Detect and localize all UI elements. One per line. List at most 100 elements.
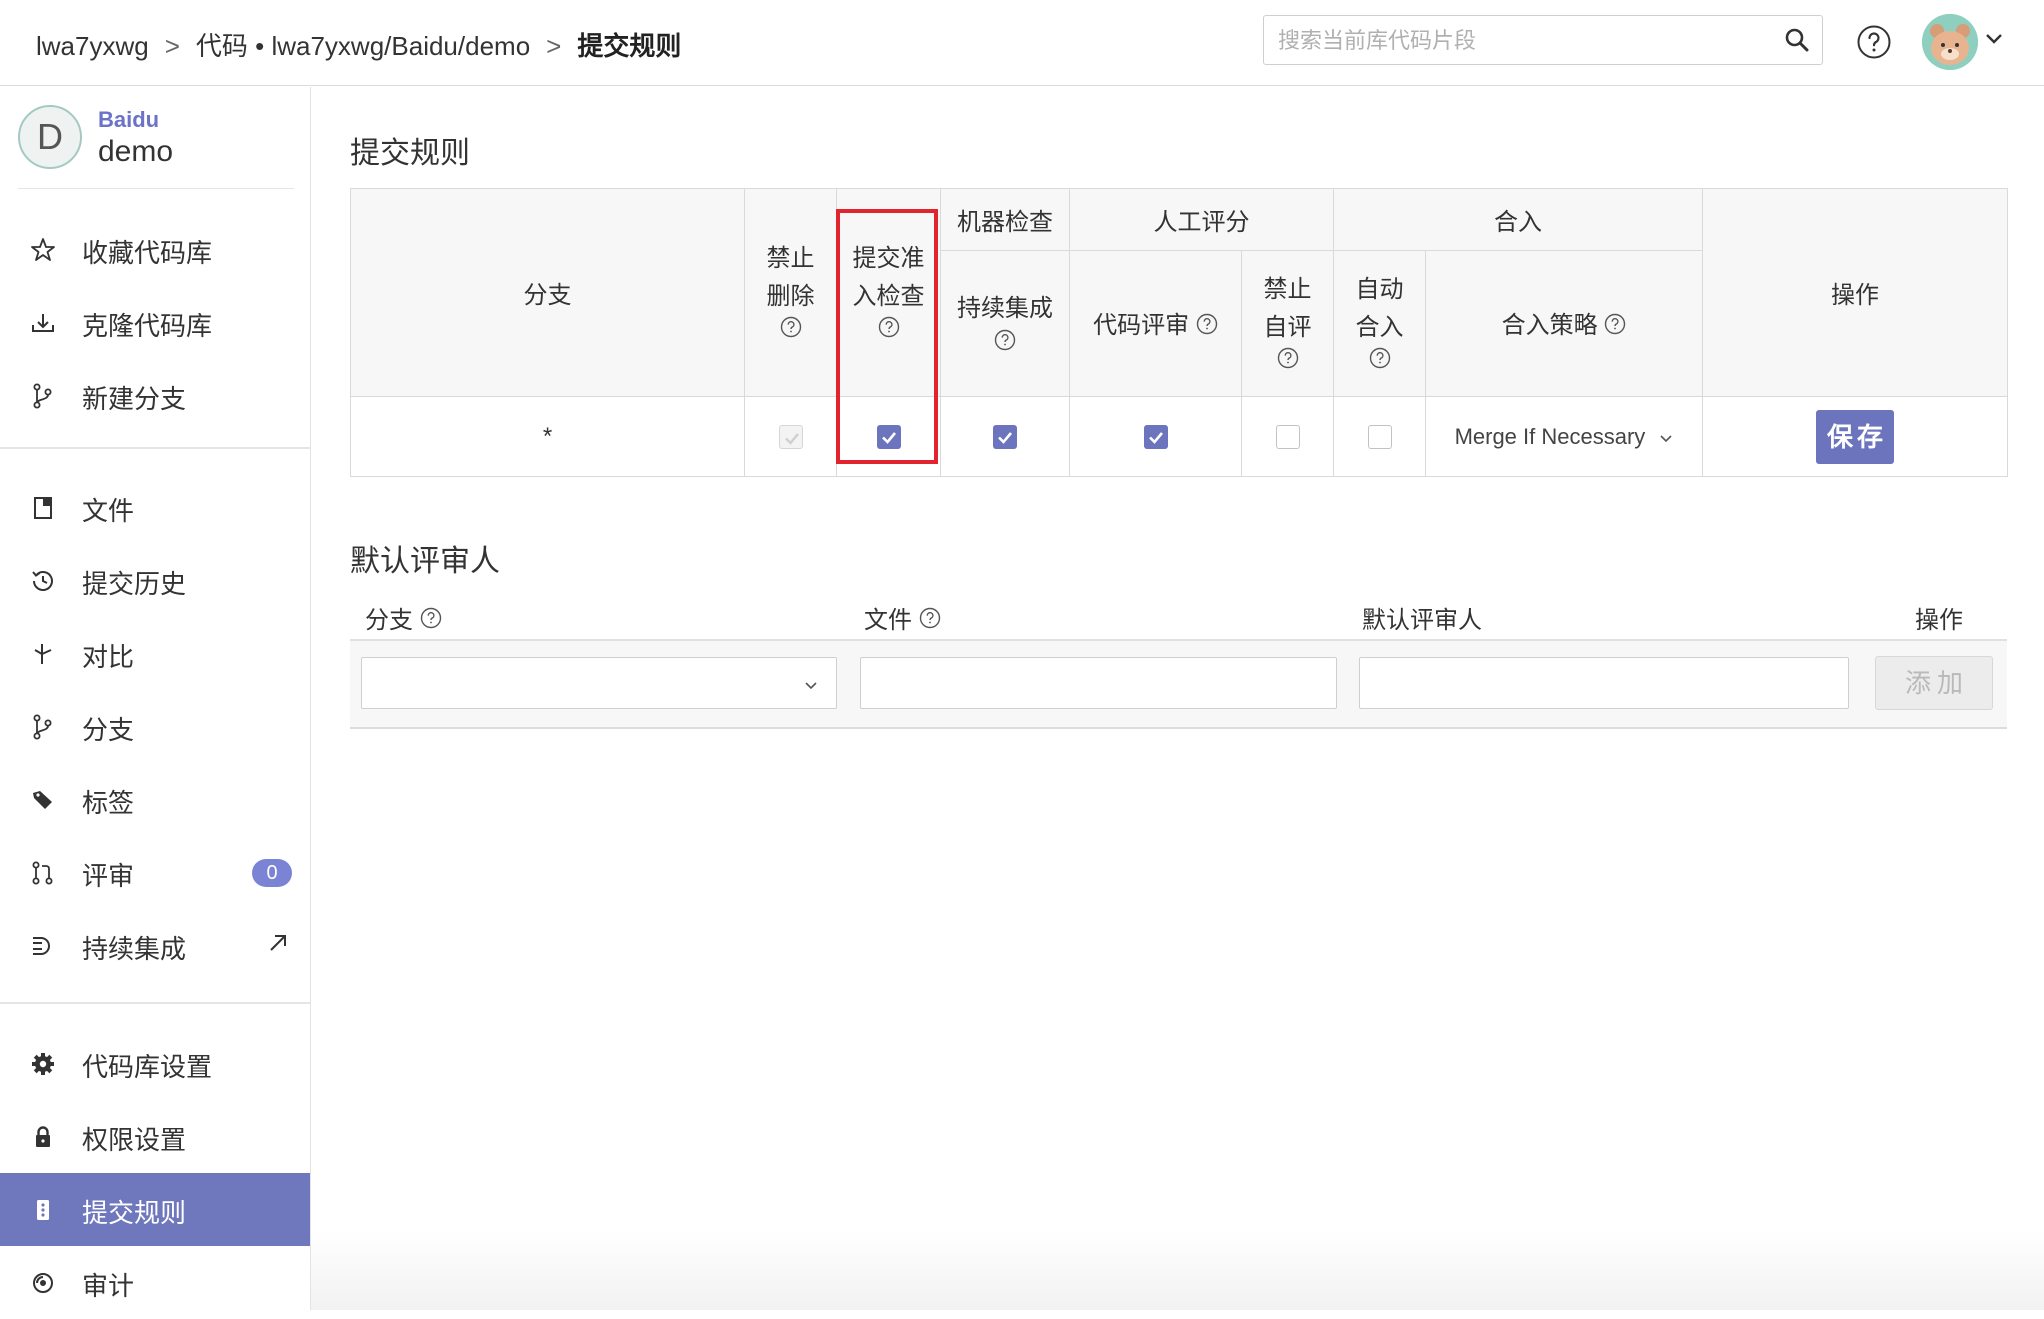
auto-merge-checkbox[interactable] (1367, 425, 1392, 450)
breadcrumb-current: 提交规则 (577, 31, 682, 61)
page-title: 提交规则 (350, 137, 470, 170)
col-group-machine-check: 机器检查 (940, 188, 1070, 251)
question-icon[interactable] (994, 329, 1016, 358)
breadcrumb-separator: > (164, 31, 180, 61)
sidebar-item-label: 审计 (82, 1271, 135, 1301)
col-header-reviewer: 默认评审人 (1362, 607, 1482, 634)
review-count-badge: 0 (252, 859, 292, 887)
sidebar-item-label: 新建分支 (82, 384, 187, 414)
sidebar-item-label: 提交历史 (82, 569, 187, 599)
pull-request-icon (28, 858, 58, 888)
sidebar-item-commit-rules[interactable]: 提交规则 (0, 1173, 310, 1246)
history-icon (28, 566, 58, 596)
question-icon[interactable] (420, 607, 442, 636)
commit-rules-table: 分支 禁止 删除 提交准 入检查 机器检查 人工评分 合入 操作 持续集成 代码评审 (350, 188, 2008, 477)
sidebar-item-label: 代码库设置 (82, 1052, 213, 1082)
merge-strategy-select[interactable]: Merge If Necessary (1455, 424, 1674, 449)
col-group-merge: 合入 (1333, 188, 1703, 251)
ci-checkbox[interactable] (993, 425, 1017, 450)
col-header-branch: 分支 (350, 188, 745, 397)
sidebar-item-files[interactable]: 文件 (0, 471, 310, 544)
search-input[interactable] (1276, 16, 1760, 66)
sidebar-item-label: 文件 (82, 496, 135, 526)
branch-select[interactable] (361, 657, 837, 709)
add-button[interactable]: 添加 (1875, 656, 1993, 710)
breadcrumb-separator: > (546, 31, 562, 61)
file-input[interactable] (860, 657, 1337, 709)
branch-icon (28, 712, 58, 742)
sidebar-item-label: 标签 (82, 788, 135, 818)
sidebar-item-history[interactable]: 提交历史 (0, 544, 310, 617)
compare-icon (28, 639, 58, 669)
breadcrumb-repo[interactable]: 代码 • lwa7yxwg/Baidu/demo (196, 31, 530, 61)
col-header-operation: 操作 (1702, 188, 2008, 397)
col-header-forbid-self-review: 禁止 自评 (1241, 250, 1334, 397)
user-avatar[interactable] (1922, 14, 1978, 70)
star-icon (28, 235, 58, 265)
col-group-manual-review: 人工评分 (1069, 188, 1334, 251)
question-icon[interactable] (1196, 313, 1218, 342)
branch-pattern: * (350, 396, 745, 477)
save-button[interactable]: 保存 (1816, 409, 1894, 464)
question-icon[interactable] (919, 607, 941, 636)
question-icon[interactable] (1604, 313, 1626, 342)
chevron-down-icon (1659, 424, 1673, 449)
help-icon[interactable] (1856, 24, 1892, 65)
sidebar-item-tags[interactable]: 标签 (0, 763, 310, 836)
search-icon[interactable] (1784, 27, 1810, 58)
sidebar-item-label: 提交规则 (82, 1198, 187, 1228)
sidebar-item-clone-repo[interactable]: 克隆代码库 (0, 286, 310, 359)
col-header-file: 文件 (864, 600, 941, 636)
top-bar: lwa7yxwg > 代码 • lwa7yxwg/Baidu/demo > 提交规则 (0, 0, 2044, 86)
sidebar-item-permissions[interactable]: 权限设置 (0, 1100, 310, 1173)
lock-icon (28, 1122, 58, 1152)
sidebar-item-label: 持续集成 (82, 934, 187, 964)
question-icon[interactable] (780, 316, 802, 345)
sidebar-item-repo-settings[interactable]: 代码库设置 (0, 1027, 310, 1100)
sidebar-item-reviews[interactable]: 评审 0 (0, 836, 310, 909)
repo-avatar: D (18, 105, 82, 169)
code-review-checkbox[interactable] (1143, 425, 1168, 450)
question-icon[interactable] (878, 316, 900, 345)
ci-icon (28, 931, 58, 961)
reviewer-input[interactable] (1359, 657, 1849, 709)
sidebar: D Baidu demo 收藏代码库 克隆代码库 新建分支 文件 提交历史 对比… (0, 87, 311, 1310)
default-reviewer-row: 添加 (350, 641, 2007, 729)
breadcrumb: lwa7yxwg > 代码 • lwa7yxwg/Baidu/demo > 提交规则 (36, 26, 681, 63)
forbid-delete-checkbox (778, 425, 803, 450)
chevron-down-icon (804, 678, 818, 696)
sidebar-item-label: 克隆代码库 (82, 311, 213, 341)
forbid-self-review-checkbox[interactable] (1275, 425, 1300, 450)
sidebar-item-star-repo[interactable]: 收藏代码库 (0, 213, 310, 286)
page-bottom (311, 1230, 2044, 1310)
repo-name[interactable]: demo (98, 135, 173, 169)
section-title-default-reviewers: 默认评审人 (350, 545, 500, 578)
divider (0, 1002, 310, 1004)
question-icon[interactable] (1277, 347, 1299, 376)
col-header-ci: 持续集成 (940, 250, 1070, 397)
repo-org[interactable]: Baidu (98, 107, 159, 133)
col-header-code-review: 代码评审 (1069, 250, 1242, 397)
col-header-merge-strategy: 合入策略 (1425, 250, 1703, 397)
col-header-auto-merge: 自动 合入 (1333, 250, 1426, 397)
table-row: * Merge If Necessary 保存 (350, 396, 2008, 477)
sidebar-item-audit[interactable]: 审计 (0, 1246, 310, 1319)
precheck-checkbox[interactable] (876, 425, 901, 450)
sidebar-item-new-branch[interactable]: 新建分支 (0, 359, 310, 432)
col-header-precheck: 提交准 入检查 (836, 188, 941, 397)
rules-icon (28, 1195, 58, 1225)
col-header-forbid-delete: 禁止 删除 (744, 188, 837, 397)
question-icon[interactable] (1369, 347, 1391, 376)
sidebar-item-label: 权限设置 (82, 1125, 187, 1155)
file-icon (28, 493, 58, 523)
gear-icon (28, 1049, 58, 1079)
sidebar-item-branches[interactable]: 分支 (0, 690, 310, 763)
col-header-branch: 分支 (365, 600, 442, 636)
code-search-box (1263, 15, 1823, 66)
chevron-down-icon[interactable] (1984, 32, 2004, 51)
sidebar-item-compare[interactable]: 对比 (0, 617, 310, 690)
divider (18, 188, 294, 189)
sidebar-item-label: 对比 (82, 642, 135, 672)
breadcrumb-user[interactable]: lwa7yxwg (36, 31, 149, 61)
sidebar-item-ci[interactable]: 持续集成 (0, 909, 310, 982)
